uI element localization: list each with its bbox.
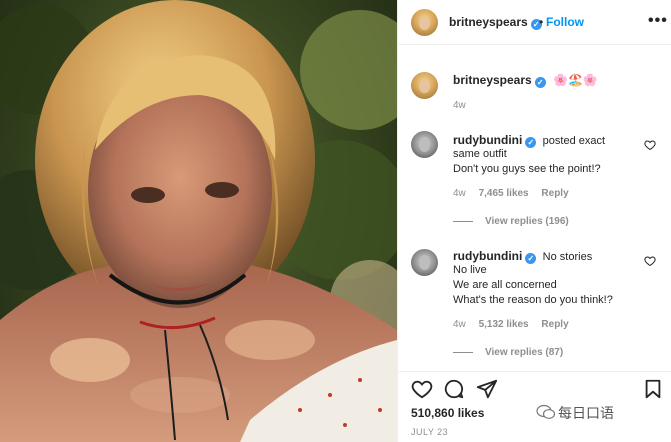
comment-line: Don't you guys see the point!? <box>453 163 601 175</box>
reply-button[interactable]: Reply <box>541 319 568 330</box>
verified-badge-icon: ✓ <box>534 77 546 88</box>
post-photo[interactable] <box>0 0 397 442</box>
author-username-text[interactable]: britneyspears <box>449 15 528 29</box>
view-replies-button[interactable]: View replies (87) <box>453 347 563 358</box>
comment-author[interactable]: rudybundini ✓ posted exact <box>453 133 605 148</box>
view-replies-label[interactable]: View replies (196) <box>485 216 569 227</box>
caption-age[interactable]: 4w <box>453 100 466 111</box>
comment-likes[interactable]: 7,465 likes <box>479 188 529 199</box>
caption-avatar[interactable] <box>411 72 438 99</box>
comment-age[interactable]: 4w <box>453 188 466 199</box>
verified-badge-icon: ✓ <box>525 253 537 264</box>
comment-line: No live <box>453 264 487 276</box>
caption-author[interactable]: britneyspears ✓ 🌸🏖️🌸 <box>453 73 598 88</box>
comment-line: No stories <box>542 251 593 263</box>
post-header: britneyspears ✓ • Follow ••• <box>398 0 671 45</box>
follow-button[interactable]: Follow <box>546 15 584 29</box>
heart-icon[interactable] <box>411 378 433 400</box>
comment-like-heart-icon[interactable] <box>644 139 656 151</box>
view-replies-button[interactable]: View replies (196) <box>453 216 569 227</box>
comment-line: posted exact <box>542 135 606 147</box>
comment-line: What's the reason do you think!? <box>453 294 613 306</box>
comment-author[interactable]: rudybundini ✓ No stories <box>453 249 592 264</box>
comment-icon[interactable] <box>443 378 465 400</box>
comment-like-heart-icon[interactable] <box>644 255 656 267</box>
post-date[interactable]: JULY 23 <box>411 427 448 437</box>
reply-button[interactable]: Reply <box>541 188 568 199</box>
post-panel: britneyspears ✓ • Follow ••• britneyspear… <box>397 0 671 442</box>
comment-meta: 4w 7,465 likes Reply <box>453 188 569 199</box>
author-username[interactable]: britneyspears ✓ <box>449 15 542 30</box>
comment-likes[interactable]: 5,132 likes <box>479 319 529 330</box>
header-separator: • <box>539 15 544 29</box>
replies-divider <box>453 351 473 353</box>
more-options-icon[interactable]: ••• <box>648 12 668 30</box>
comment-avatar[interactable] <box>411 131 438 158</box>
comment-author-text[interactable]: rudybundini <box>453 249 522 263</box>
actions-divider <box>398 371 671 372</box>
comment-line: We are all concerned <box>453 279 557 291</box>
comment-meta: 4w 5,132 likes Reply <box>453 319 569 330</box>
watermark-text: 每日口语 <box>558 405 614 421</box>
caption-text: 🌸🏖️🌸 <box>553 73 598 87</box>
caption-author-text[interactable]: britneyspears <box>453 73 532 87</box>
share-icon[interactable] <box>476 378 498 400</box>
post-likes[interactable]: 510,860 likes <box>411 406 484 420</box>
comment-line: same outfit <box>453 148 507 160</box>
view-replies-label[interactable]: View replies (87) <box>485 347 563 358</box>
bookmark-icon[interactable] <box>642 378 664 400</box>
wechat-icon <box>536 404 556 419</box>
comment-age[interactable]: 4w <box>453 319 466 330</box>
comment-avatar[interactable] <box>411 249 438 276</box>
verified-badge-icon: ✓ <box>525 137 537 148</box>
selfie-image <box>0 0 397 442</box>
author-avatar[interactable] <box>411 9 438 36</box>
comment-author-text[interactable]: rudybundini <box>453 133 522 147</box>
replies-divider <box>453 220 473 222</box>
